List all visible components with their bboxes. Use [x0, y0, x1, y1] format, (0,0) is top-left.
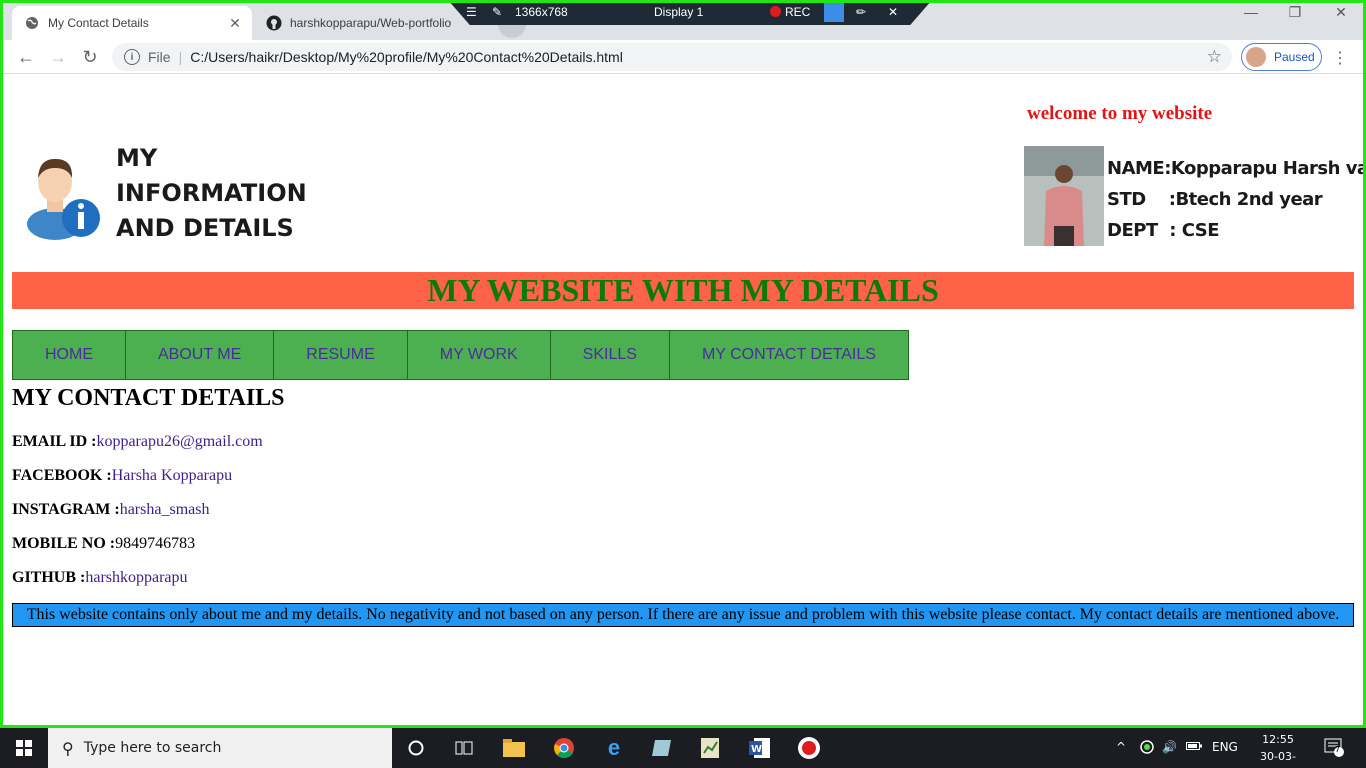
- globe-icon: [24, 15, 40, 31]
- contact-label: GITHUB :: [12, 569, 86, 586]
- address-bar[interactable]: i File | C:/Users/haikr/Desktop/My%20pro…: [112, 43, 1232, 71]
- tab-title: My Contact Details: [48, 16, 149, 30]
- language-indicator[interactable]: ENG: [1212, 740, 1238, 754]
- clock-date: 30-03-2020: [1260, 750, 1296, 768]
- word-icon[interactable]: W: [748, 736, 772, 760]
- app-icon[interactable]: [650, 736, 674, 760]
- rec-label: REC: [785, 5, 811, 19]
- logo-line: MY: [116, 144, 158, 172]
- avatar: [1246, 47, 1266, 67]
- mobile-number: 9849746783: [115, 535, 196, 552]
- battery-icon[interactable]: [1186, 740, 1202, 754]
- cortana-icon[interactable]: [404, 736, 428, 760]
- windows-start-icon[interactable]: [0, 728, 48, 768]
- github-link[interactable]: harshkopparapu: [85, 569, 187, 586]
- profile-dept: DEPT : CSE: [1107, 220, 1220, 241]
- task-view-icon[interactable]: [452, 736, 476, 760]
- close-tab-icon[interactable]: ✕: [226, 14, 244, 32]
- minimize-icon[interactable]: —: [1228, 4, 1274, 20]
- contact-label: MOBILE NO :: [12, 535, 116, 552]
- file-explorer-icon[interactable]: [502, 736, 526, 760]
- pen-icon[interactable]: ✏: [856, 5, 866, 19]
- tab-github[interactable]: harshkopparapu/Web-portfolio: [254, 6, 490, 40]
- chart-app-icon[interactable]: [698, 736, 722, 760]
- profile-photo: [1024, 146, 1104, 246]
- welcome-text: welcome to my website: [1027, 103, 1213, 124]
- volume-icon[interactable]: 🔊: [1162, 740, 1177, 754]
- svg-text:W: W: [751, 744, 762, 755]
- github-icon: [266, 15, 282, 31]
- restore-icon[interactable]: ❐: [1272, 4, 1318, 21]
- url-scheme: File: [148, 49, 171, 65]
- close-window-icon[interactable]: ✕: [1318, 4, 1364, 21]
- facebook-link[interactable]: Harsha Kopparapu: [112, 467, 232, 484]
- nav-home[interactable]: HOME: [13, 331, 126, 379]
- menu-icon[interactable]: ☰: [466, 5, 477, 19]
- tray-status-icon[interactable]: [1140, 740, 1154, 757]
- forward-icon[interactable]: →: [46, 45, 70, 69]
- info-icon[interactable]: i: [124, 49, 140, 65]
- contact-email: EMAIL ID :kopparapu26@gmail.com: [12, 433, 263, 451]
- search-icon: ⚲: [62, 738, 74, 758]
- contact-label: EMAIL ID :: [12, 433, 97, 450]
- clock[interactable]: 12:55 30-03-2020: [1258, 731, 1298, 768]
- recorder-resolution: 1366x768: [515, 5, 568, 19]
- notification-count: 7: [1335, 745, 1341, 754]
- recorder-display[interactable]: Display 1: [654, 5, 703, 19]
- contact-label: FACEBOOK :: [12, 467, 112, 484]
- rec-button[interactable]: REC: [770, 5, 810, 19]
- instagram-link[interactable]: harsha_smash: [120, 501, 210, 518]
- profile-button[interactable]: Paused: [1241, 43, 1322, 71]
- email-link[interactable]: kopparapu26@gmail.com: [96, 433, 262, 450]
- tab-title: harshkopparapu/Web-portfolio: [290, 16, 452, 30]
- page-content: welcome to my website MY INFORMATION AND…: [3, 75, 1366, 725]
- record-app-icon[interactable]: [797, 736, 821, 760]
- record-dot-icon: [770, 6, 781, 17]
- bookmark-star-icon[interactable]: ☆: [1207, 47, 1222, 67]
- profile-name: NAME:Kopparapu Harsh vardan: [1107, 158, 1366, 179]
- contact-instagram: INSTAGRAM :harsha_smash: [12, 501, 209, 519]
- edge-icon[interactable]: e: [602, 735, 626, 760]
- clock-time: 12:55: [1262, 733, 1294, 746]
- divider: |: [178, 49, 183, 65]
- nav-my-work[interactable]: MY WORK: [408, 331, 551, 379]
- more-menu-icon[interactable]: ⋮: [1332, 48, 1348, 68]
- taskbar-search[interactable]: ⚲ Type here to search: [48, 728, 392, 768]
- recorder-toolbar: ☰ ✎ 1366x768 Display 1 REC ✏ ✕: [448, 0, 932, 25]
- search-placeholder: Type here to search: [83, 740, 222, 756]
- tray-chevron-icon[interactable]: ^: [1116, 740, 1126, 754]
- profile-std: STD :Btech 2nd year: [1107, 189, 1323, 210]
- main-nav: HOME ABOUT ME RESUME MY WORK SKILLS MY C…: [12, 330, 909, 380]
- profile-info: NAME:Kopparapu Harsh vardan STD :Btech 2n…: [1107, 153, 1366, 246]
- url-text[interactable]: C:/Users/haikr/Desktop/My%20profile/My%2…: [190, 49, 623, 65]
- logo-line: AND DETAILS: [116, 214, 294, 242]
- nav-about-me[interactable]: ABOUT ME: [126, 331, 275, 379]
- logo-text: MY INFORMATION AND DETAILS: [116, 141, 307, 246]
- back-icon[interactable]: ←: [14, 45, 38, 69]
- chrome-icon[interactable]: [552, 736, 576, 760]
- nav-skills[interactable]: SKILLS: [551, 331, 670, 379]
- profile-status: Paused: [1274, 50, 1315, 64]
- nav-my-contact-details[interactable]: MY CONTACT DETAILS: [670, 331, 908, 379]
- nav-resume[interactable]: RESUME: [274, 331, 408, 379]
- reload-icon[interactable]: ↻: [78, 45, 102, 69]
- contact-label: INSTAGRAM :: [12, 501, 120, 518]
- close-recorder-icon[interactable]: ✕: [888, 5, 898, 19]
- footer-notice: This website contains only about me and …: [12, 603, 1354, 627]
- taskbar: ⚲ Type here to search e W ^ 🔊 ENG 12:55 …: [0, 728, 1366, 768]
- contact-mobile: MOBILE NO :9849746783: [12, 535, 195, 553]
- page-title: MY CONTACT DETAILS: [12, 385, 285, 411]
- contact-github: GITHUB :harshkopparapu: [12, 569, 188, 587]
- tab-my-contact-details[interactable]: My Contact Details ✕: [12, 6, 252, 40]
- notifications-icon[interactable]: 7: [1324, 737, 1344, 760]
- logo-line: INFORMATION: [116, 179, 307, 207]
- contact-facebook: FACEBOOK :Harsha Kopparapu: [12, 467, 232, 485]
- user-info-icon: [21, 150, 101, 240]
- pin-icon[interactable]: ✎: [492, 5, 502, 19]
- camera-icon[interactable]: [824, 3, 844, 22]
- browser-toolbar: ← → ↻ i File | C:/Users/haikr/Desktop/My…: [0, 40, 1366, 74]
- site-banner: MY WEBSITE WITH MY DETAILS: [12, 272, 1354, 309]
